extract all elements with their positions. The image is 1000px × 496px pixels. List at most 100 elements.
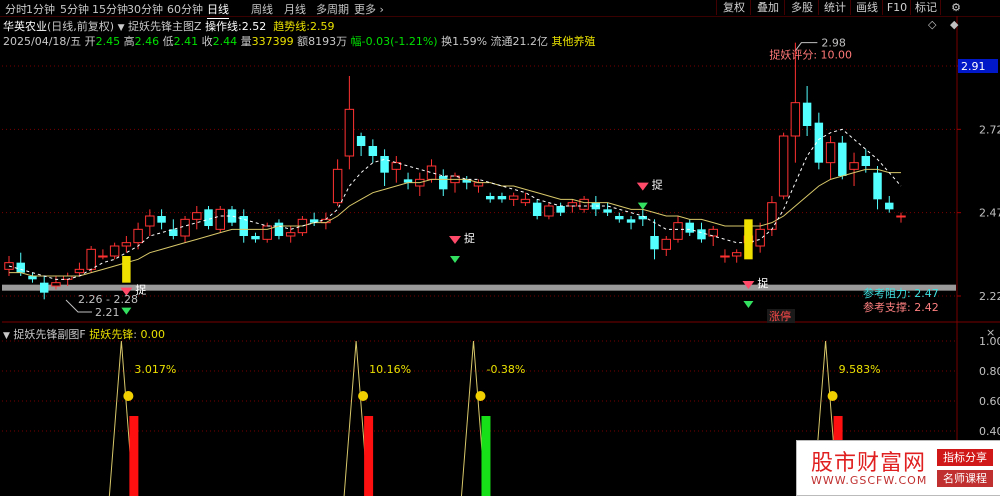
candle[interactable] (825, 136, 836, 180)
candle[interactable] (215, 206, 225, 233)
candle[interactable] (556, 202, 565, 216)
candle-body (790, 102, 801, 137)
candle[interactable] (755, 222, 765, 253)
candle[interactable] (28, 272, 37, 283)
candle[interactable] (873, 166, 882, 210)
candle-body (98, 255, 108, 258)
sub-series-name: 捉妖先锋 (89, 328, 134, 341)
collapse-icon[interactable]: ◇ (928, 18, 936, 31)
candle[interactable] (849, 152, 859, 186)
sub-pct-label: 9.583% (839, 363, 881, 376)
candle-body (109, 245, 120, 257)
candle-body (251, 236, 260, 240)
sub-signal-bar (481, 416, 491, 496)
candle-body (767, 202, 777, 230)
candle[interactable] (532, 199, 542, 220)
expand-icon[interactable]: ◆ (950, 18, 958, 31)
candle[interactable] (86, 246, 96, 273)
candle-body (544, 205, 554, 217)
sub-settings-icon[interactable]: × (986, 326, 995, 339)
candle[interactable] (133, 222, 143, 250)
gem-icon (450, 256, 460, 263)
candle-body (192, 212, 202, 220)
candle[interactable] (39, 276, 49, 300)
gem-icon (121, 307, 132, 315)
candle-body (497, 196, 507, 200)
candle[interactable] (380, 149, 389, 186)
candle[interactable] (778, 132, 789, 200)
sub-indicator-name[interactable]: 捉妖先锋副图F (13, 328, 85, 341)
candle[interactable] (814, 112, 824, 170)
candle[interactable] (121, 236, 132, 253)
candle-body (180, 218, 190, 237)
candle[interactable] (661, 236, 671, 256)
candle[interactable] (497, 192, 507, 203)
candle[interactable] (508, 192, 519, 206)
candle[interactable] (344, 76, 355, 170)
candle[interactable] (544, 202, 554, 220)
candle-body (838, 142, 847, 176)
candle-body (356, 136, 366, 146)
candle[interactable] (145, 209, 155, 236)
candle[interactable] (802, 86, 812, 136)
price-chart[interactable]: 2.912.722.472.22捉捉捉捉2.98捉妖评分: 10.002.26 … (0, 0, 1000, 496)
sub-series-value: 0.00 (140, 328, 165, 341)
candle-body (626, 219, 636, 223)
signal-arrow-icon (636, 182, 649, 191)
tag-label: 涨停 (769, 309, 791, 323)
candle[interactable] (626, 216, 636, 230)
candle[interactable] (415, 172, 425, 196)
candle-body (439, 176, 448, 190)
candle-body (74, 268, 85, 274)
candle-body (673, 222, 683, 240)
sub-signal-bar (364, 416, 374, 496)
candle[interactable] (720, 249, 730, 263)
sub-pct-label: 3.017% (134, 363, 176, 376)
candle[interactable] (239, 209, 248, 243)
candle[interactable] (180, 216, 190, 243)
signal-label: 捉 (464, 231, 475, 245)
candle[interactable] (251, 232, 260, 243)
candle[interactable] (74, 262, 85, 276)
candle-body (731, 252, 742, 257)
candle[interactable] (603, 202, 612, 216)
candle[interactable] (579, 196, 589, 213)
candle-body (885, 202, 894, 210)
candle-body (778, 135, 789, 197)
candle-body (697, 229, 706, 240)
score-label: 捉妖评分: 10.00 (769, 48, 852, 62)
signal-label: 捉 (652, 178, 663, 192)
candle[interactable] (204, 206, 213, 230)
candle[interactable] (368, 139, 378, 163)
candle-body (215, 208, 225, 230)
candle[interactable] (391, 156, 402, 183)
candle[interactable] (356, 132, 366, 156)
candle[interactable] (439, 169, 448, 196)
candle[interactable] (638, 209, 648, 226)
candle[interactable] (98, 249, 108, 260)
main-axis-label: 2.47 (979, 207, 1000, 220)
candle-body (849, 162, 859, 170)
candle-body (274, 222, 284, 236)
candle-body (157, 216, 166, 223)
candle[interactable] (615, 212, 624, 223)
axis-label-current: 2.91 (961, 60, 986, 73)
candle[interactable] (896, 212, 906, 223)
candle[interactable] (708, 226, 718, 246)
dropdown-icon[interactable]: ▼ (3, 331, 10, 341)
candle[interactable] (838, 136, 847, 180)
candle[interactable] (332, 159, 343, 206)
candle[interactable] (274, 219, 284, 240)
candle[interactable] (767, 196, 777, 236)
candle[interactable] (109, 242, 120, 260)
low-marker-label: 2.21 (95, 306, 120, 319)
candle[interactable] (192, 206, 202, 230)
candle[interactable] (650, 219, 659, 260)
candle-body (861, 156, 871, 166)
candle[interactable] (403, 172, 413, 190)
candle[interactable] (731, 249, 742, 263)
candle[interactable] (685, 219, 694, 236)
candle[interactable] (169, 219, 178, 240)
candle[interactable] (885, 196, 894, 213)
candle[interactable] (485, 192, 495, 203)
